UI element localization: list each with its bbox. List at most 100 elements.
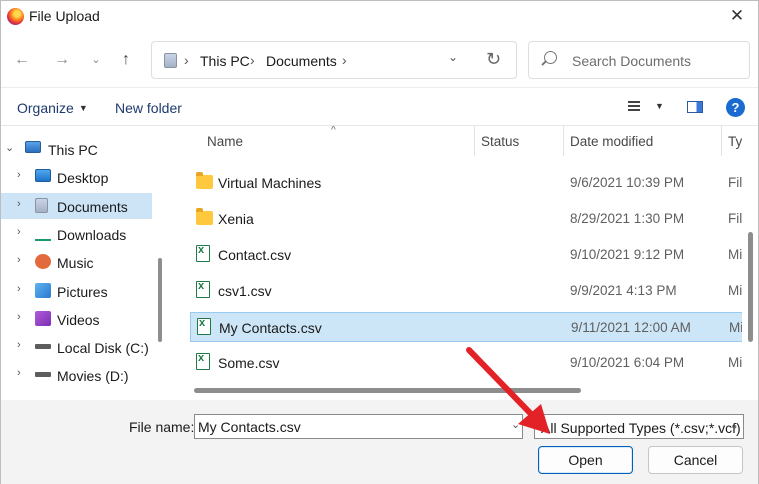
monitor-icon xyxy=(25,141,41,153)
folder-icon xyxy=(196,208,213,225)
view-caret-down-icon[interactable]: ▼ xyxy=(655,101,664,111)
sidebar-item[interactable]: › Pictures xyxy=(1,278,152,304)
chevron-right-icon[interactable]: › xyxy=(17,169,21,181)
breadcrumb-this-pc[interactable]: This PC xyxy=(200,53,250,69)
file-date-modified: 8/29/2021 1:30 PM xyxy=(570,211,685,226)
column-divider[interactable] xyxy=(721,126,722,156)
pictures-icon xyxy=(35,282,51,298)
sidebar-item[interactable]: › Local Disk (C:) xyxy=(1,334,152,360)
address-row: ← → ⌄ ↑ › This PC › Documents › ⌄ ↻ xyxy=(1,33,758,87)
open-button[interactable]: Open xyxy=(538,446,633,474)
csv-file-icon xyxy=(197,317,211,335)
file-date-modified: 9/6/2021 10:39 PM xyxy=(570,175,685,190)
csv-file-icon xyxy=(196,280,210,298)
back-arrow-icon[interactable]: ← xyxy=(11,50,33,72)
file-date-modified: 9/10/2021 9:12 PM xyxy=(570,247,685,262)
file-upload-dialog: File Upload ✕ ← → ⌄ ↑ › This PC › Docume… xyxy=(0,0,759,484)
sidebar-item-label: Downloads xyxy=(57,226,127,243)
sidebar-item-label: Pictures xyxy=(57,283,108,300)
sidebar-item[interactable]: › Videos xyxy=(1,306,152,332)
new-folder-button[interactable]: New folder xyxy=(115,100,182,116)
file-type: Mi xyxy=(728,355,742,370)
file-list: ^ Name Status Date modified Typ Virtual … xyxy=(174,126,742,401)
sidebar-item-label: Local Disk (C:) xyxy=(57,340,149,357)
chevron-right-icon[interactable]: › xyxy=(17,254,21,266)
search-input[interactable] xyxy=(572,51,742,71)
sidebar-item[interactable]: ⌄ This PC xyxy=(1,136,152,162)
breadcrumb-separator-icon[interactable]: › xyxy=(250,52,255,68)
sidebar-item-label: Videos xyxy=(57,311,100,328)
file-name: Contact.csv xyxy=(218,247,292,263)
documents-icon xyxy=(35,197,48,213)
column-header-name[interactable]: Name xyxy=(207,134,243,149)
close-icon[interactable]: ✕ xyxy=(724,4,750,30)
sidebar-item[interactable]: › Documents xyxy=(1,192,152,219)
sidebar-item[interactable]: › Downloads xyxy=(1,221,152,247)
forward-arrow-icon[interactable]: → xyxy=(51,50,73,72)
file-row[interactable]: My Contacts.csv 9/11/2021 12:00 AM Mi xyxy=(190,312,742,342)
refresh-icon[interactable]: ↻ xyxy=(486,49,501,70)
nav-scrollbar[interactable] xyxy=(158,258,162,342)
file-name-dropdown-icon[interactable]: ⌄ xyxy=(511,418,520,431)
file-row[interactable]: csv1.csv 9/9/2021 4:13 PM Mi xyxy=(190,276,742,306)
file-type: Mi xyxy=(728,283,742,298)
column-header-status[interactable]: Status xyxy=(481,134,519,149)
help-icon[interactable]: ? xyxy=(726,98,745,117)
csv-file-icon xyxy=(196,244,210,262)
file-type-select[interactable]: All Supported Types (*.csv;*.vcf) ⌄ xyxy=(534,414,744,439)
chevron-right-icon[interactable]: › xyxy=(17,339,21,351)
chevron-right-icon[interactable]: › xyxy=(17,367,21,379)
firefox-icon xyxy=(7,8,24,25)
breadcrumb-separator-icon[interactable]: › xyxy=(342,52,347,68)
file-type: File xyxy=(728,175,742,190)
breadcrumb-documents[interactable]: Documents xyxy=(266,53,337,69)
column-header-date-modified[interactable]: Date modified xyxy=(570,134,653,149)
chevron-right-icon[interactable]: › xyxy=(17,198,21,210)
videos-icon xyxy=(35,310,51,326)
file-date-modified: 9/11/2021 12:00 AM xyxy=(571,320,691,335)
file-type: Mi xyxy=(729,320,742,335)
folder-icon xyxy=(196,172,213,189)
drive-icon xyxy=(35,372,51,378)
file-row[interactable]: Contact.csv 9/10/2021 9:12 PM Mi xyxy=(190,240,742,270)
preview-pane-icon[interactable] xyxy=(687,101,703,113)
column-divider[interactable] xyxy=(474,126,475,156)
file-type-value: All Supported Types (*.csv;*.vcf) xyxy=(541,420,741,436)
navigation-pane: ⌄ This PC › Desktop › Documents › Downloads › Mus… xyxy=(1,126,169,401)
view-options-icon[interactable] xyxy=(628,101,640,111)
horizontal-scrollbar[interactable] xyxy=(194,388,581,393)
column-divider[interactable] xyxy=(563,126,564,156)
cancel-button[interactable]: Cancel xyxy=(648,446,743,474)
drive-icon xyxy=(35,344,51,350)
address-dropdown-chevron-icon[interactable]: ⌄ xyxy=(448,50,458,64)
organize-button[interactable]: Organize ▼ xyxy=(17,100,88,116)
column-header-type[interactable]: Typ xyxy=(728,134,742,149)
sidebar-item-label: Desktop xyxy=(57,170,109,187)
search-icon xyxy=(544,51,557,64)
chevron-down-icon[interactable]: ⌄ xyxy=(5,141,14,154)
sidebar-item-label: Movies (D:) xyxy=(57,368,129,385)
chevron-right-icon[interactable]: › xyxy=(17,283,21,295)
file-name: Virtual Machines xyxy=(218,175,322,191)
caret-down-icon: ▼ xyxy=(78,103,88,113)
file-row[interactable]: Xenia 8/29/2021 1:30 PM File xyxy=(190,204,742,234)
sidebar-item[interactable]: › Music xyxy=(1,249,152,275)
sidebar-item[interactable]: › Desktop xyxy=(1,164,152,190)
address-bar[interactable]: › This PC › Documents › ⌄ ↻ xyxy=(151,41,517,79)
search-box[interactable] xyxy=(528,41,750,79)
breadcrumb-separator-icon[interactable]: › xyxy=(184,52,189,68)
sidebar-item[interactable]: › Movies (D:) xyxy=(1,362,152,388)
file-row[interactable]: Virtual Machines 9/6/2021 10:39 PM File xyxy=(190,168,742,198)
vertical-scrollbar[interactable] xyxy=(748,232,753,342)
file-name-input[interactable] xyxy=(194,414,523,439)
organize-label: Organize xyxy=(17,100,74,116)
download-icon xyxy=(35,226,51,241)
file-name-label: File name: xyxy=(129,419,195,435)
recent-locations-chevron-icon[interactable]: ⌄ xyxy=(85,50,107,72)
file-name: Xenia xyxy=(218,211,254,227)
up-arrow-icon[interactable]: ↑ xyxy=(115,50,137,72)
file-row[interactable]: Some.csv 9/10/2021 6:04 PM Mi xyxy=(190,348,742,378)
chevron-right-icon[interactable]: › xyxy=(17,226,21,238)
chevron-right-icon[interactable]: › xyxy=(17,311,21,323)
file-name: My Contacts.csv xyxy=(219,320,322,336)
